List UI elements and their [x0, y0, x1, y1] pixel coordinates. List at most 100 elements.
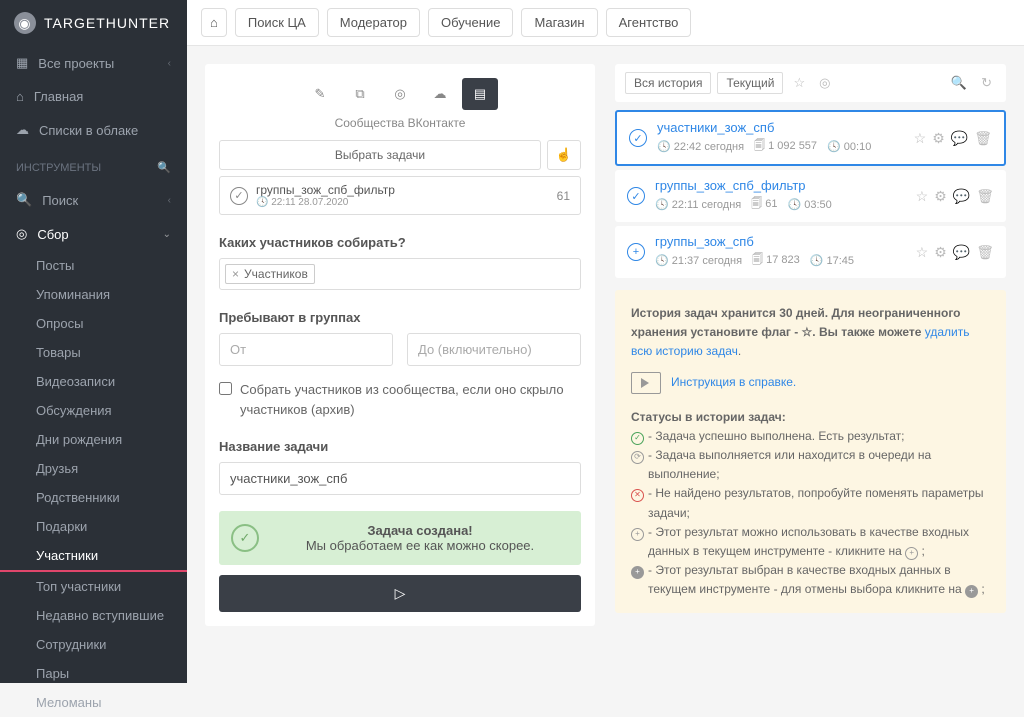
chevron-left-icon: ‹ [168, 58, 171, 69]
stay-label: Пребывают в группах [219, 310, 581, 325]
history-filter: Вся история Текущий ☆ ◎ 🔍 ↻ [615, 64, 1006, 102]
status-wait-icon: ⟳ [631, 451, 644, 464]
sidebar-sub-5[interactable]: Обсуждения [0, 396, 187, 425]
chevron-down-icon: ⌄ [163, 229, 171, 240]
sidebar-home[interactable]: ⌂Главная [0, 80, 187, 113]
sidebar-sub-10[interactable]: Участники [0, 541, 187, 572]
home-button[interactable]: ⌂ [201, 8, 227, 37]
to-input[interactable] [407, 333, 581, 366]
filter-current[interactable]: Текущий [717, 72, 783, 94]
logo-icon: ◉ [14, 12, 36, 34]
topnav-2[interactable]: Обучение [428, 8, 513, 37]
which-members-label: Каких участников собирать? [219, 235, 581, 250]
sidebar-sub-1[interactable]: Упоминания [0, 280, 187, 309]
delete-icon[interactable]: 🗑 [976, 244, 994, 261]
sidebar-sub-2[interactable]: Опросы [0, 309, 187, 338]
topnav-3[interactable]: Магазин [521, 8, 597, 37]
success-banner: ✓ Задача создана!Мы обработаем ее как мо… [219, 511, 581, 565]
help-link[interactable]: Инструкция в справке. [671, 373, 796, 392]
history-item-1[interactable]: ✓ группы_зож_спб_фильтр 🕓 22:11 сегодня🗐… [615, 170, 1006, 222]
sidebar-sub-11[interactable]: Топ участники [0, 572, 187, 601]
sidebar-sub-14[interactable]: Пары [0, 659, 187, 688]
tool-tabs: ✎ ⧉ ◎ ☁ ▤ [219, 78, 581, 110]
sidebar-sub-0[interactable]: Посты [0, 251, 187, 280]
comment-icon[interactable]: 💬 [953, 188, 970, 205]
star-icon[interactable]: ☆ [789, 73, 809, 93]
status-selected-icon: + [631, 566, 644, 579]
video-icon [631, 372, 661, 394]
check-circle-icon: ✓ [231, 524, 259, 552]
sidebar-cloud-lists[interactable]: ☁Списки в облаке [0, 113, 187, 147]
info-box: История задач хранится 30 дней. Для неог… [615, 290, 1006, 613]
settings-icon[interactable]: ⚙ [934, 244, 947, 261]
check-icon: ✓ [230, 187, 248, 205]
topbar: ⌂ Поиск ЦА Модератор Обучение Магазин Агентс… [187, 0, 1024, 46]
star-icon[interactable]: ☆ [916, 244, 929, 261]
history-status-icon: ✓ [627, 187, 645, 205]
grid-icon: ▦ [16, 55, 28, 71]
search-icon[interactable]: 🔍 [947, 73, 971, 93]
refresh-icon[interactable]: ↻ [977, 73, 996, 93]
tool-tab-edit[interactable]: ✎ [302, 78, 338, 110]
delete-icon[interactable]: 🗑 [974, 130, 992, 147]
topnav-1[interactable]: Модератор [327, 8, 420, 37]
tool-tab-geo[interactable]: ◎ [382, 78, 418, 110]
topnav-4[interactable]: Агентство [606, 8, 692, 37]
sidebar-search[interactable]: 🔍Поиск‹ [0, 183, 187, 217]
run-button[interactable]: ▷ [219, 575, 581, 612]
task-name-input[interactable] [219, 462, 581, 495]
settings-icon[interactable]: ⚙ [934, 188, 947, 205]
tool-tab-copy[interactable]: ⧉ [342, 78, 378, 110]
comment-icon[interactable]: 💬 [953, 244, 970, 261]
hand-button[interactable]: ☝ [547, 140, 581, 170]
sidebar: ◉ TARGETHUNTER ▦ Все проекты‹ ⌂Главная ☁… [0, 0, 187, 683]
members-input[interactable]: ×Участников [219, 258, 581, 290]
sidebar-sub-15[interactable]: Меломаны [0, 688, 187, 717]
hidden-members-checkbox[interactable]: Собрать участников из сообщества, если о… [219, 380, 581, 419]
history-title[interactable]: группы_зож_спб_фильтр [655, 178, 906, 193]
sidebar-sub-9[interactable]: Подарки [0, 512, 187, 541]
sidebar-projects[interactable]: ▦ Все проекты‹ [0, 46, 187, 80]
history-status-icon: ✓ [629, 129, 647, 147]
sidebar-sub-8[interactable]: Родственники [0, 483, 187, 512]
target-icon[interactable]: ◎ [815, 73, 834, 93]
tool-caption: Сообщества ВКонтакте [219, 116, 581, 130]
chevron-left-icon: ‹ [168, 195, 171, 206]
history-title[interactable]: группы_зож_спб [655, 234, 906, 249]
chip-remove-icon[interactable]: × [232, 267, 239, 281]
storage-text: История задач хранится 30 дней. Для неог… [631, 306, 960, 339]
sidebar-sub-3[interactable]: Товары [0, 338, 187, 367]
sidebar-tools-header: ИНСТРУМЕНТЫ 🔍 [0, 147, 187, 183]
star-icon[interactable]: ☆ [916, 188, 929, 205]
task-name-label: Название задачи [219, 439, 581, 454]
search-icon: 🔍 [16, 192, 32, 208]
sidebar-gather[interactable]: ◎Сбор⌄ [0, 217, 187, 251]
members-chip[interactable]: ×Участников [225, 264, 315, 284]
settings-icon[interactable]: ⚙ [932, 130, 945, 147]
sidebar-sub-12[interactable]: Недавно вступившие [0, 601, 187, 630]
search-icon[interactable]: 🔍 [157, 161, 171, 174]
star-icon[interactable]: ☆ [914, 130, 927, 147]
tool-tab-vk[interactable]: ▤ [462, 78, 498, 110]
status-error-icon: ✕ [631, 489, 644, 502]
topnav-0[interactable]: Поиск ЦА [235, 8, 319, 37]
comment-icon[interactable]: 💬 [951, 130, 968, 147]
from-input[interactable] [219, 333, 393, 366]
select-tasks-button[interactable]: Выбрать задачи [219, 140, 541, 170]
history-item-0[interactable]: ✓ участники_зож_спб 🕓 22:42 сегодня🗐 1 0… [615, 110, 1006, 166]
radar-icon: ◎ [16, 226, 27, 242]
delete-icon[interactable]: 🗑 [976, 188, 994, 205]
loaded-task[interactable]: ✓ группы_зож_спб_фильтр 🕓 22:11 28.07.20… [219, 176, 581, 215]
filter-all[interactable]: Вся история [625, 72, 711, 94]
history-title[interactable]: участники_зож_спб [657, 120, 904, 135]
history-item-2[interactable]: + группы_зож_спб 🕓 21:37 сегодня🗐 17 823… [615, 226, 1006, 278]
sidebar-sub-13[interactable]: Сотрудники [0, 630, 187, 659]
logo[interactable]: ◉ TARGETHUNTER [0, 0, 187, 46]
sidebar-sub-6[interactable]: Дни рождения [0, 425, 187, 454]
status-plus-icon: + [631, 528, 644, 541]
sidebar-sub-4[interactable]: Видеозаписи [0, 367, 187, 396]
tool-tab-cloud[interactable]: ☁ [422, 78, 458, 110]
cloud-icon: ☁ [16, 122, 29, 138]
sidebar-sub-7[interactable]: Друзья [0, 454, 187, 483]
home-icon: ⌂ [16, 89, 24, 104]
